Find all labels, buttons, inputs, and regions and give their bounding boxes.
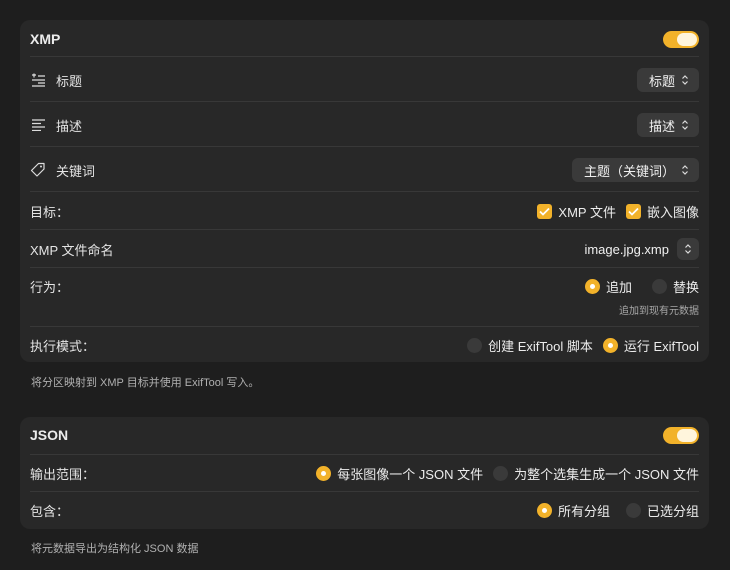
- divider: [30, 267, 699, 268]
- chevron-up-down-icon: [685, 244, 691, 254]
- xmp-target-row: 目标： XMP 文件 嵌入图像: [30, 200, 699, 222]
- divider: [30, 454, 699, 455]
- include-all-groups-radio[interactable]: 所有分组: [536, 501, 610, 520]
- xmp-caption: 将分区映射到 XMP 目标并使用 ExifTool 写入。: [31, 377, 260, 389]
- xmp-description-row: 描述 描述: [30, 112, 699, 138]
- settings-page: XMP 标题 标题 描述 描述 关键词 主题（关键词） 目标： XMP 文件 嵌…: [0, 0, 730, 570]
- behavior-hint: 追加到现有元数据: [619, 306, 699, 317]
- json-include-label: 包含：: [30, 503, 70, 519]
- xmp-panel: XMP 标题 标题 描述 描述 关键词 主题（关键词） 目标： XMP 文件 嵌…: [20, 20, 709, 362]
- divider: [30, 191, 699, 192]
- xmp-behavior-row: 行为： 追加 替换 追加到现有元数据: [30, 277, 699, 319]
- xmp-mode-label: 执行模式：: [30, 338, 96, 354]
- text-align-left-icon: [30, 117, 46, 133]
- divider: [30, 491, 699, 492]
- xmp-mode-row: 执行模式： 创建 ExifTool 脚本 运行 ExifTool: [30, 334, 699, 356]
- checkmark-icon: [537, 203, 553, 219]
- divider: [30, 229, 699, 230]
- divider: [30, 146, 699, 147]
- radio-selected: [584, 279, 600, 294]
- include-selected-groups-radio[interactable]: 已选分组: [625, 501, 699, 520]
- popup-value: 描述: [648, 118, 675, 134]
- json-caption: 将元数据导出为结构化 JSON 数据: [31, 543, 199, 555]
- json-scope-row: 输出范围： 每张图像一个 JSON 文件 为整个选集生成一个 JSON 文件: [30, 462, 699, 484]
- toggle-knob: [677, 32, 697, 46]
- behavior-append-radio[interactable]: 追加: [584, 277, 632, 296]
- divider: [30, 326, 699, 327]
- xmp-description-popup[interactable]: 描述: [636, 113, 699, 137]
- xmp-description-label: 描述: [56, 118, 83, 134]
- tag-icon: [30, 162, 46, 178]
- xmp-title-label: 标题: [56, 73, 83, 89]
- xmp-naming-stepper[interactable]: [677, 238, 699, 260]
- xmp-title-row: 标题 标题: [30, 67, 699, 93]
- xmp-naming-label: XMP 文件命名: [30, 242, 114, 258]
- popup-value: 标题: [648, 73, 675, 89]
- xmp-enable-toggle[interactable]: [663, 30, 699, 48]
- checkmark-icon: [625, 203, 641, 219]
- radio-unselected: [467, 337, 483, 353]
- xmp-keywords-label: 关键词: [56, 163, 96, 179]
- scope-per-image-radio[interactable]: 每张图像一个 JSON 文件: [316, 464, 483, 483]
- radio-selected: [602, 337, 618, 353]
- toggle-knob: [677, 428, 697, 442]
- xmp-keywords-popup[interactable]: 主题（关键词）: [571, 158, 699, 182]
- radio-selected: [536, 502, 552, 518]
- xmp-header: XMP: [30, 29, 699, 49]
- chevron-up-down-icon: [682, 120, 688, 130]
- json-enable-toggle[interactable]: [663, 426, 699, 444]
- mode-run-exiftool-radio[interactable]: 运行 ExifTool: [602, 336, 699, 355]
- target-xmp-file-checkbox[interactable]: XMP 文件: [537, 202, 616, 221]
- text-format-icon: [30, 72, 46, 88]
- xmp-keywords-row: 关键词 主题（关键词）: [30, 157, 699, 183]
- xmp-behavior-label: 行为：: [30, 280, 70, 295]
- scope-whole-selection-radio[interactable]: 为整个选集生成一个 JSON 文件: [493, 464, 699, 483]
- json-scope-label: 输出范围：: [30, 466, 96, 482]
- target-embed-image-checkbox[interactable]: 嵌入图像: [625, 202, 699, 221]
- radio-selected: [316, 465, 332, 481]
- json-section-title: JSON: [30, 427, 69, 443]
- behavior-replace-radio[interactable]: 替换: [651, 277, 699, 296]
- divider: [30, 101, 699, 102]
- mode-create-script-radio[interactable]: 创建 ExifTool 脚本: [467, 336, 593, 355]
- json-panel: JSON 输出范围： 每张图像一个 JSON 文件 为整个选集生成一个 JSON…: [20, 417, 709, 529]
- xmp-naming-row: XMP 文件命名 image.jpg.xmp: [30, 237, 699, 261]
- radio-unselected: [625, 502, 641, 518]
- radio-unselected: [493, 465, 509, 481]
- xmp-naming-value: image.jpg.xmp: [584, 241, 669, 257]
- chevron-up-down-icon: [682, 75, 688, 85]
- xmp-target-label: 目标：: [30, 204, 70, 220]
- xmp-section-title: XMP: [30, 31, 61, 47]
- json-header: JSON: [30, 425, 699, 445]
- json-include-row: 包含： 所有分组 已选分组: [30, 499, 699, 521]
- popup-value: 主题（关键词）: [583, 163, 675, 179]
- divider: [30, 56, 699, 57]
- radio-unselected: [651, 279, 667, 294]
- xmp-title-popup[interactable]: 标题: [636, 68, 699, 92]
- chevron-up-down-icon: [682, 165, 688, 175]
